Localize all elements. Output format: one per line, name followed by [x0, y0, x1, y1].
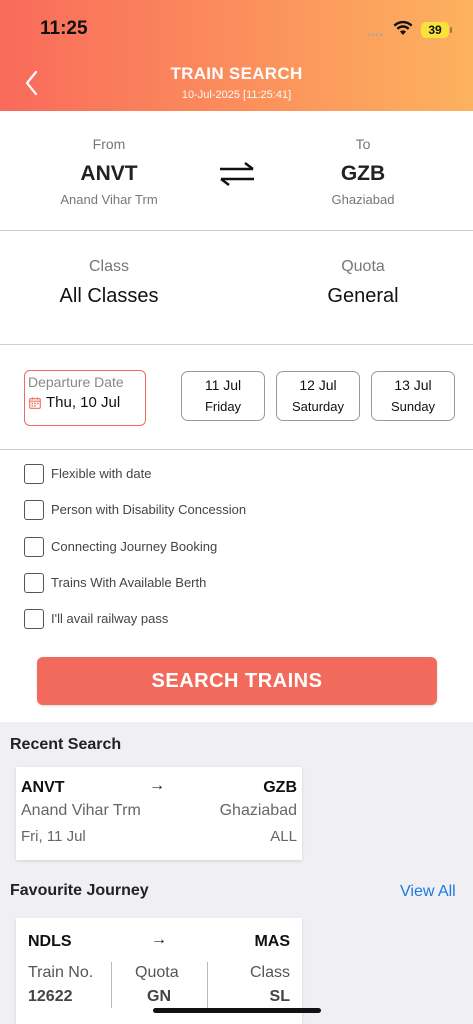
- recent-from-code: ANVT: [21, 779, 65, 796]
- train-no-value: 12622: [28, 988, 73, 1005]
- checkbox[interactable]: [24, 500, 44, 520]
- recent-date: Fri, 11 Jul: [21, 828, 86, 845]
- class-label: Class: [249, 964, 290, 981]
- class-value: All Classes: [59, 285, 159, 307]
- quota-value: GN: [147, 988, 171, 1005]
- date-section: Departure Date Thu, 10 Jul 11 Jul Friday…: [0, 346, 473, 450]
- checkbox[interactable]: [24, 609, 44, 629]
- page-timestamp: 10-Jul-2025 [11:25:41]: [181, 89, 292, 101]
- class-value: SL: [269, 988, 290, 1005]
- recent-search-card[interactable]: ANVT → GZB Anand Vihar Trm Ghaziabad Fri…: [16, 767, 302, 860]
- favourite-to-code: MAS: [254, 933, 290, 950]
- option-label: Trains With Available Berth: [51, 575, 207, 590]
- date-chip-date: 12 Jul: [299, 377, 337, 393]
- option-disability-concession[interactable]: Person with Disability Concession: [24, 499, 444, 521]
- date-chip-date: 11 Jul: [204, 377, 242, 393]
- arrow-right-icon: →: [149, 777, 165, 794]
- option-railway-pass[interactable]: I'll avail railway pass: [24, 608, 444, 630]
- divider: [207, 962, 208, 1008]
- date-chip-2[interactable]: 12 Jul Saturday: [276, 371, 360, 421]
- date-chip-date: 13 Jul: [394, 377, 432, 393]
- recent-to-name: Ghaziabad: [219, 802, 297, 819]
- header-bar: 11:25 •••• 39 TRAIN SEARCH 10-Jul-2025 […: [0, 0, 473, 111]
- date-chip-day: Friday: [204, 399, 242, 414]
- quota-value: General: [327, 285, 399, 307]
- option-available-berth[interactable]: Trains With Available Berth: [24, 572, 444, 594]
- checkbox[interactable]: [24, 573, 44, 593]
- date-chip-1[interactable]: 11 Jul Friday: [181, 371, 265, 421]
- to-label: To: [355, 136, 371, 152]
- page-title: TRAIN SEARCH: [170, 64, 303, 83]
- divider: [111, 962, 112, 1008]
- date-chip-day: Saturday: [291, 399, 345, 414]
- date-chip-day: Sunday: [390, 399, 436, 414]
- class-quota-section: Class All Classes Quota General: [0, 232, 473, 345]
- view-all-link[interactable]: View All: [400, 883, 456, 901]
- calendar-icon: [29, 397, 41, 409]
- recent-to-code: GZB: [263, 779, 297, 796]
- option-label: Connecting Journey Booking: [51, 539, 218, 554]
- status-time: 11:25: [40, 18, 88, 39]
- quota-label: Quota: [341, 258, 385, 275]
- to-station-name: Ghaziabad: [331, 192, 395, 207]
- arrow-right-icon: →: [151, 931, 167, 948]
- date-chip-3[interactable]: 13 Jul Sunday: [371, 371, 455, 421]
- search-trains-button[interactable]: SEARCH TRAINS: [37, 657, 437, 705]
- battery-icon: 39: [421, 22, 449, 38]
- option-label: Flexible with date: [51, 466, 152, 481]
- favourite-from-code: NDLS: [28, 933, 72, 950]
- cellular-signal-icon: ••••: [367, 30, 384, 40]
- to-station-code: GZB: [340, 162, 386, 185]
- home-indicator[interactable]: [153, 1008, 321, 1013]
- checkbox[interactable]: [24, 464, 44, 484]
- from-station-code: ANVT: [80, 162, 138, 185]
- recent-class: ALL: [270, 828, 297, 845]
- option-connecting-journey[interactable]: Connecting Journey Booking: [24, 536, 444, 558]
- swap-stations-icon[interactable]: [218, 162, 256, 186]
- battery-tip: [450, 27, 452, 33]
- class-label: Class: [88, 258, 129, 275]
- favourite-journey-title: Favourite Journey: [10, 882, 149, 899]
- wifi-icon: [393, 20, 413, 35]
- from-label: From: [92, 136, 126, 152]
- option-label: Person with Disability Concession: [51, 502, 247, 517]
- option-flexible-date[interactable]: Flexible with date: [24, 463, 444, 485]
- recent-from-name: Anand Vihar Trm: [21, 802, 141, 819]
- option-label: I'll avail railway pass: [51, 611, 169, 626]
- recent-search-title: Recent Search: [10, 736, 122, 753]
- from-station-name: Anand Vihar Trm: [60, 192, 158, 207]
- quota-label: Quota: [135, 964, 179, 981]
- checkbox[interactable]: [24, 537, 44, 557]
- train-no-label: Train No.: [28, 964, 94, 981]
- departure-date-value: Thu, 10 Jul: [46, 394, 121, 411]
- departure-date-field[interactable]: Departure Date Thu, 10 Jul: [24, 370, 146, 426]
- departure-date-label: Departure Date: [28, 374, 124, 390]
- train-search-screen: 11:25 •••• 39 TRAIN SEARCH 10-Jul-2025 […: [0, 0, 473, 1024]
